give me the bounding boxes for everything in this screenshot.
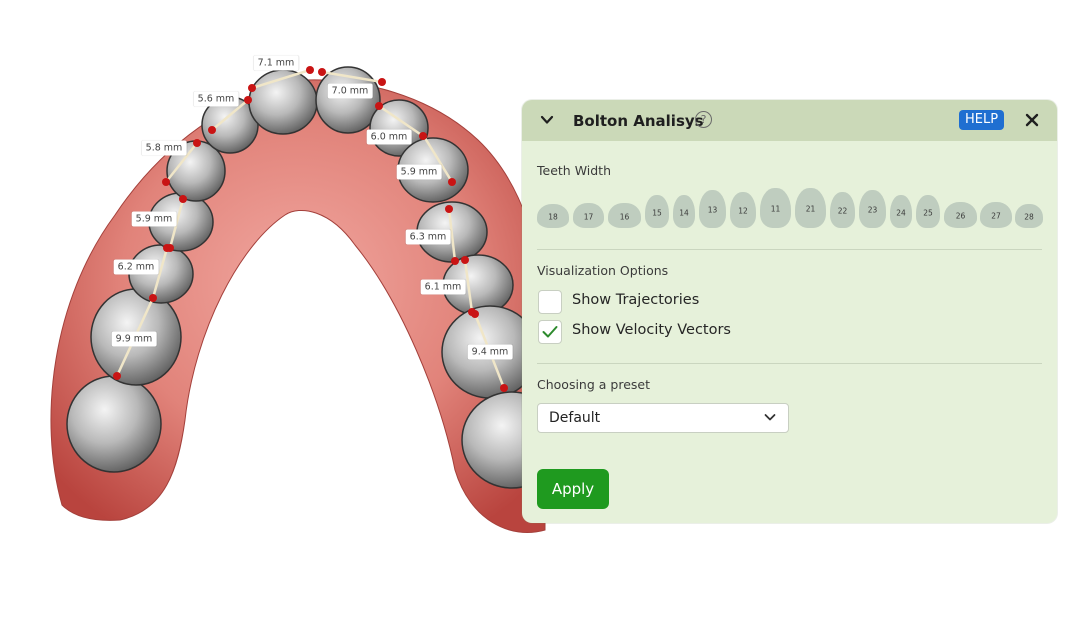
tooth-number: 22 [837,206,848,216]
help-button[interactable]: HELP [959,110,1005,130]
panel-header: Bolton Analisys ? HELP [522,100,1057,141]
tooth-molar [66,375,162,473]
tooth-chip-12[interactable]: 12 [730,192,756,228]
close-icon[interactable] [1024,112,1040,128]
measurement-label: 9.4 mm [467,344,513,360]
tooth-chip-16[interactable]: 16 [608,203,641,228]
tooth-chip-27[interactable]: 27 [980,202,1012,228]
tooth-chip-15[interactable]: 15 [645,195,669,228]
tooth-chip-25[interactable]: 25 [916,195,940,228]
show-trajectories-checkbox[interactable] [538,290,562,314]
measurement-label: 9.9 mm [111,331,157,347]
tooth-chip-28[interactable]: 28 [1015,204,1043,228]
panel-title: Bolton Analisys [573,112,704,130]
measurement-label: 6.2 mm [113,259,159,275]
tooth-number: 14 [679,207,689,217]
tooth-number: 23 [867,205,878,215]
tooth-chip-13[interactable]: 13 [699,190,726,228]
tooth-number: 11 [770,204,781,214]
apply-button[interactable]: Apply [537,469,609,509]
measurement-label: 6.3 mm [405,229,451,245]
preset-label: Choosing a preset [537,377,650,392]
measurement-label: 7.1 mm [253,55,299,71]
measurement-label: 7.0 mm [327,83,373,99]
tooth-chip-14[interactable]: 14 [673,195,695,228]
teeth-width-selector: 18 17 16 15 14 13 12 11 21 22 23 24 25 2… [537,188,1043,232]
tooth-number: 25 [923,207,933,217]
tooth-number: 27 [991,211,1001,221]
tooth-chip-24[interactable]: 24 [890,195,912,228]
question-circle-icon[interactable]: ? [695,111,712,128]
measurement-label: 5.6 mm [193,91,239,107]
show-velocity-vectors-checkbox[interactable] [538,320,562,344]
preset-selected-value: Default [549,410,601,426]
tooth-number: 16 [619,211,630,221]
measurement-label: 6.1 mm [420,279,466,295]
tooth-chip-17[interactable]: 17 [573,203,604,228]
tooth-number: 12 [738,206,748,216]
chevron-down-icon[interactable] [540,113,554,127]
tooth-number: 17 [583,211,594,221]
measurement-label: 5.9 mm [131,211,177,227]
visualization-options-label: Visualization Options [537,263,669,278]
tooth-chip-22[interactable]: 22 [830,192,855,228]
tooth-number: 18 [548,212,558,222]
checkbox-label: Show Trajectories [572,292,700,308]
bolton-analysis-panel: Bolton Analisys ? HELP Teeth Width 18 17… [522,100,1057,523]
tooth-chip-21[interactable]: 21 [795,188,826,228]
preset-dropdown[interactable]: Default [537,403,789,433]
tooth-chip-26[interactable]: 26 [944,202,977,228]
measurement-label: 6.0 mm [366,129,412,145]
tooth-number: 13 [707,205,718,215]
divider [537,249,1042,250]
tooth-chip-11[interactable]: 11 [760,188,791,228]
tooth-number: 26 [955,211,966,221]
checkmark-icon [542,326,558,338]
measurement-label: 5.8 mm [141,140,187,156]
chevron-down-icon [764,414,776,421]
tooth-number: 15 [652,207,662,217]
divider [537,363,1042,364]
tooth-chip-18[interactable]: 18 [537,204,569,228]
tooth-number: 24 [896,207,906,217]
tooth-number: 21 [805,204,816,214]
measurement-label: 5.9 mm [396,164,442,180]
teeth-width-label: Teeth Width [537,163,612,178]
checkbox-label: Show Velocity Vectors [572,322,731,338]
tooth-number: 28 [1024,212,1034,222]
tooth-chip-23[interactable]: 23 [859,190,886,228]
